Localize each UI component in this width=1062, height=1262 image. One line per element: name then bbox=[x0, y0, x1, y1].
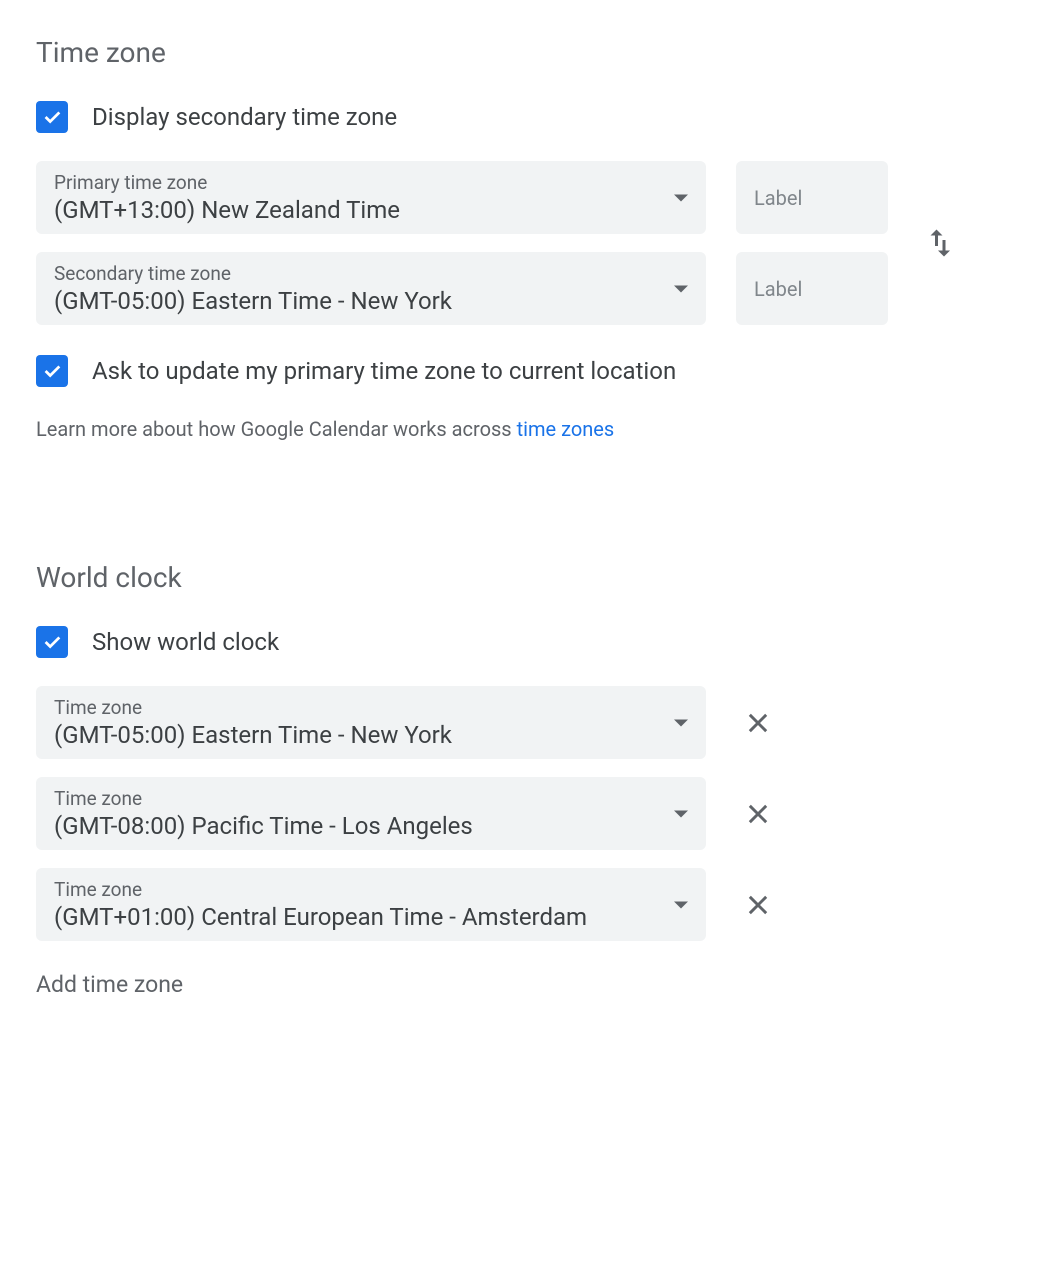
checkmark-icon bbox=[41, 360, 63, 382]
show-worldclock-checkbox[interactable] bbox=[36, 626, 68, 658]
worldclock-rows: Time zone (GMT-05:00) Eastern Time - New… bbox=[36, 686, 1026, 941]
remove-worldclock-button[interactable] bbox=[736, 883, 780, 927]
timezone-help-text: Learn more about how Google Calendar wor… bbox=[36, 417, 1026, 441]
swap-vertical-icon bbox=[923, 225, 959, 261]
remove-worldclock-button[interactable] bbox=[736, 701, 780, 745]
worldclock-section: World clock Show world clock Time zone (… bbox=[36, 561, 1026, 998]
primary-timezone-label-input[interactable] bbox=[736, 161, 888, 234]
display-secondary-checkbox[interactable] bbox=[36, 101, 68, 133]
secondary-timezone-dropdown[interactable]: Secondary time zone (GMT-05:00) Eastern … bbox=[36, 252, 706, 325]
ask-update-checkbox-row: Ask to update my primary time zone to cu… bbox=[36, 355, 1026, 387]
worldclock-row: Time zone (GMT+01:00) Central European T… bbox=[36, 868, 1026, 941]
timezone-rows-container: Primary time zone (GMT+13:00) New Zealan… bbox=[36, 161, 1026, 325]
display-secondary-label: Display secondary time zone bbox=[92, 103, 397, 131]
primary-timezone-label: Primary time zone bbox=[54, 171, 656, 194]
worldclock-zone-value: (GMT+01:00) Central European Time - Amst… bbox=[54, 903, 656, 931]
ask-update-checkbox[interactable] bbox=[36, 355, 68, 387]
show-worldclock-checkbox-row: Show world clock bbox=[36, 626, 1026, 658]
help-text-prefix: Learn more about how Google Calendar wor… bbox=[36, 417, 517, 441]
primary-timezone-value: (GMT+13:00) New Zealand Time bbox=[54, 196, 656, 224]
show-worldclock-label: Show world clock bbox=[92, 628, 279, 656]
checkmark-icon bbox=[41, 631, 63, 653]
remove-worldclock-button[interactable] bbox=[736, 792, 780, 836]
timezone-section: Time zone Display secondary time zone Pr… bbox=[36, 36, 1026, 441]
worldclock-zone-value: (GMT-08:00) Pacific Time - Los Angeles bbox=[54, 812, 656, 840]
secondary-timezone-row: Secondary time zone (GMT-05:00) Eastern … bbox=[36, 252, 888, 325]
checkmark-icon bbox=[41, 106, 63, 128]
secondary-timezone-value: (GMT-05:00) Eastern Time - New York bbox=[54, 287, 656, 315]
timezone-help-link[interactable]: time zones bbox=[517, 417, 615, 441]
worldclock-dropdown[interactable]: Time zone (GMT-08:00) Pacific Time - Los… bbox=[36, 777, 706, 850]
worldclock-zone-label: Time zone bbox=[54, 696, 656, 719]
timezone-rows-left: Primary time zone (GMT+13:00) New Zealan… bbox=[36, 161, 888, 325]
worldclock-zone-value: (GMT-05:00) Eastern Time - New York bbox=[54, 721, 656, 749]
display-secondary-checkbox-row: Display secondary time zone bbox=[36, 101, 1026, 133]
chevron-down-icon bbox=[674, 719, 688, 726]
worldclock-row: Time zone (GMT-05:00) Eastern Time - New… bbox=[36, 686, 1026, 759]
chevron-down-icon bbox=[674, 810, 688, 817]
secondary-timezone-label: Secondary time zone bbox=[54, 262, 656, 285]
add-timezone-button[interactable]: Add time zone bbox=[36, 971, 183, 998]
worldclock-zone-label: Time zone bbox=[54, 787, 656, 810]
close-icon bbox=[744, 709, 772, 737]
chevron-down-icon bbox=[674, 901, 688, 908]
ask-update-label: Ask to update my primary time zone to cu… bbox=[92, 357, 676, 385]
worldclock-row: Time zone (GMT-08:00) Pacific Time - Los… bbox=[36, 777, 1026, 850]
close-icon bbox=[744, 891, 772, 919]
worldclock-dropdown[interactable]: Time zone (GMT+01:00) Central European T… bbox=[36, 868, 706, 941]
worldclock-section-title: World clock bbox=[36, 561, 1026, 594]
secondary-timezone-label-input[interactable] bbox=[736, 252, 888, 325]
primary-timezone-dropdown[interactable]: Primary time zone (GMT+13:00) New Zealan… bbox=[36, 161, 706, 234]
timezone-section-title: Time zone bbox=[36, 36, 1026, 69]
swap-timezones-button[interactable] bbox=[918, 220, 964, 266]
worldclock-dropdown[interactable]: Time zone (GMT-05:00) Eastern Time - New… bbox=[36, 686, 706, 759]
chevron-down-icon bbox=[674, 285, 688, 292]
close-icon bbox=[744, 800, 772, 828]
chevron-down-icon bbox=[674, 194, 688, 201]
worldclock-zone-label: Time zone bbox=[54, 878, 656, 901]
primary-timezone-row: Primary time zone (GMT+13:00) New Zealan… bbox=[36, 161, 888, 234]
